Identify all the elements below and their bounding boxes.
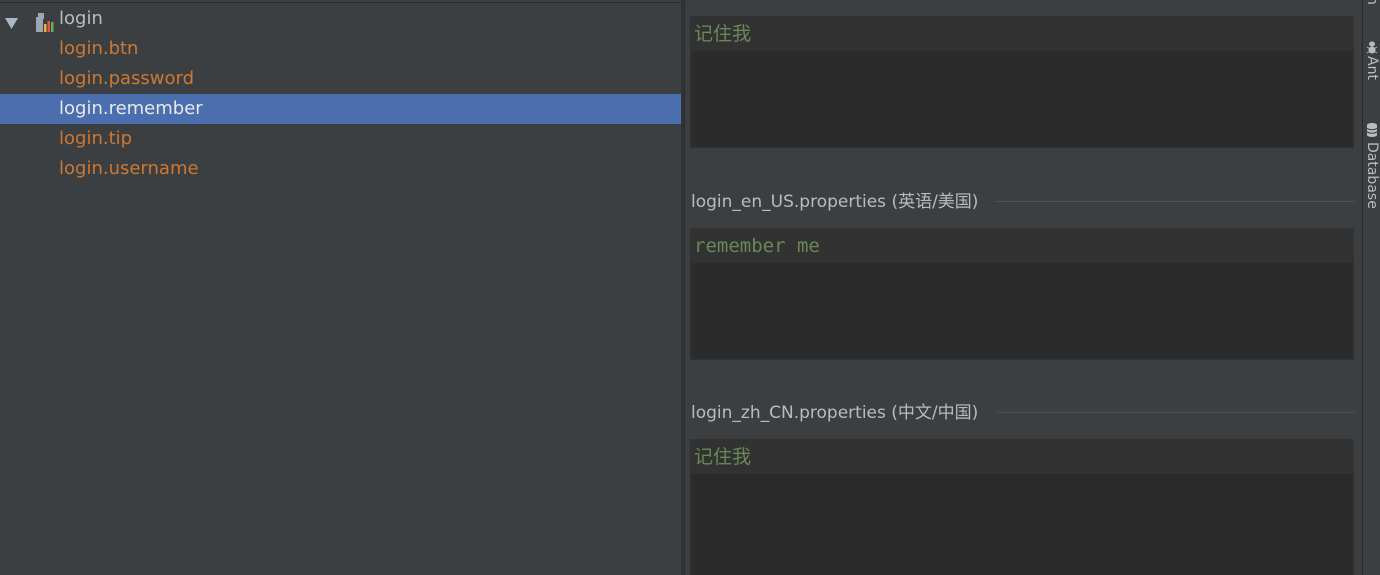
- section-separator: [997, 412, 1354, 413]
- right-tool-window-strip: n Ant Database: [1362, 0, 1380, 575]
- tool-window-button-ant[interactable]: Ant: [1363, 38, 1380, 98]
- section-title-en-us: login_en_US.properties (英语/美国): [691, 192, 979, 212]
- expand-arrow-icon[interactable]: [5, 14, 18, 33]
- key-label: login.remember: [59, 98, 203, 119]
- key-label: login.username: [59, 158, 199, 179]
- current-line-highlight: [691, 17, 1353, 51]
- resource-bundle-icon: [35, 12, 55, 34]
- tree-key-item[interactable]: login.password: [0, 64, 681, 94]
- tool-window-button-cutoff[interactable]: n: [1363, 0, 1380, 12]
- property-value: 记住我: [694, 446, 752, 468]
- tree-node-bundle[interactable]: login: [0, 4, 681, 34]
- bundle-values-editor: 记住我 login_en_US.properties (英语/美国) remem…: [685, 0, 1362, 575]
- tool-window-label: Database: [1364, 142, 1380, 209]
- current-line-highlight: [691, 440, 1353, 474]
- value-editor-zh-cn[interactable]: 记住我: [690, 439, 1354, 575]
- property-value: remember me: [694, 235, 820, 257]
- property-value: 记住我: [694, 23, 752, 45]
- tree-key-item[interactable]: login.username: [0, 154, 681, 184]
- database-icon: [1366, 122, 1378, 142]
- bundle-label: login: [59, 8, 103, 29]
- tree-top-divider: [0, 2, 681, 3]
- tool-window-button-database[interactable]: Database: [1363, 120, 1380, 220]
- key-label: login.tip: [59, 128, 133, 149]
- section-title-zh-cn: login_zh_CN.properties (中文/中国): [691, 403, 979, 423]
- key-label: login.btn: [59, 38, 139, 59]
- tree-key-item[interactable]: login.tip: [0, 124, 681, 154]
- tree-key-item[interactable]: login.btn: [0, 34, 681, 64]
- key-label: login.password: [59, 68, 195, 89]
- tool-window-label: Ant: [1364, 56, 1380, 80]
- section-separator: [995, 201, 1354, 202]
- value-editor-default[interactable]: 记住我: [690, 16, 1354, 148]
- resource-bundle-tree[interactable]: login login.btn login.password login.rem…: [0, 0, 681, 575]
- value-editor-en-us[interactable]: remember me: [690, 228, 1354, 360]
- tree-key-item-selected[interactable]: login.remember: [0, 94, 681, 124]
